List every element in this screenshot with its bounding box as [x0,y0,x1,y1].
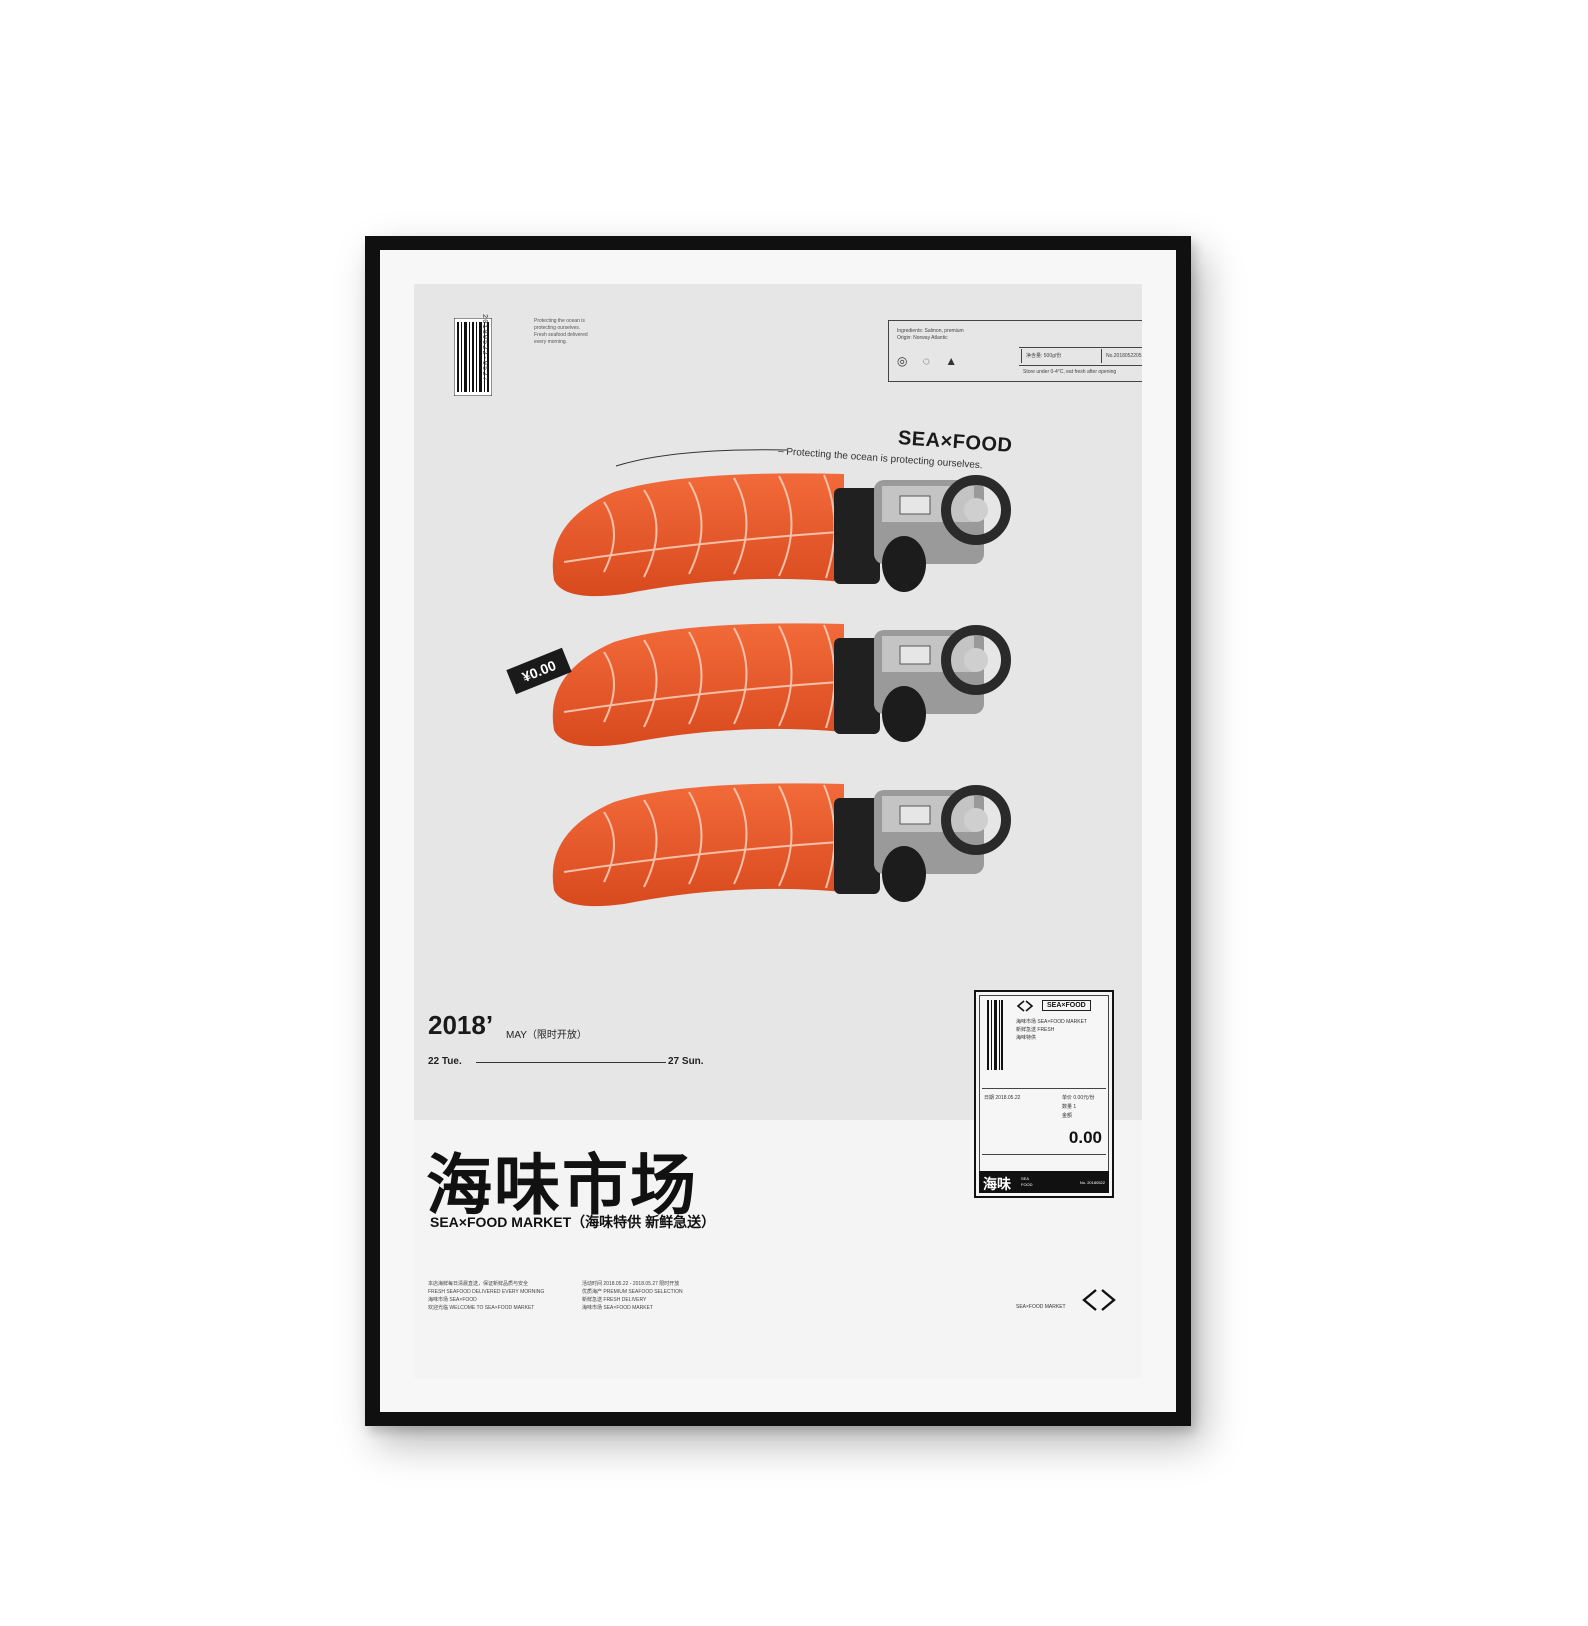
date-month: MAY（限时开放） [506,1030,587,1041]
receipt-barcode-icon [987,1000,1003,1070]
info-storage: Store under 0-4°C, eat fresh after openi… [1023,369,1117,375]
certification-icons: ◎ ◌ ▲ [897,354,964,368]
info-serial: No.201805220527 [1101,349,1142,363]
receipt-footer-number: No. 20180522 [1079,1180,1105,1185]
receipt-lines: 海味市场 SEA×FOOD MARKET 新鲜急送 FRESH 海味特供 [1016,1019,1087,1041]
logo-icon [1016,1000,1034,1012]
receipt-label: SEA×FOOD 海味市场 SEA×FOOD MARKET 新鲜急送 FRESH… [974,990,1114,1198]
receipt-side-info: 单价 0.00元/份 数量 1 金额 [1062,1095,1095,1119]
info-net-weight: 净含量: 500g/份 [1021,349,1106,363]
receipt-brand: SEA×FOOD [1042,1000,1091,1011]
date-start: 22 Tue. [428,1056,462,1067]
info-row-ingredients: Ingredients: Salmon, premium [897,328,964,334]
info-divider [1019,365,1142,366]
salmon-lighter-1 [552,473,1011,597]
date-end: 27 Sun. [668,1056,704,1067]
receipt-footer-bar: 海味 SEA FOOD No. 20180522 [979,1171,1109,1193]
receipt-date: 日期 2018.05.22 [984,1095,1021,1101]
receipt-footer-cn: 海味 [983,1176,1011,1192]
receipt-footer-sub: SEA FOOD [1021,1176,1033,1187]
receipt-divider [982,1154,1106,1155]
info-row-origin: Origin: Norway Atlantic [897,335,948,341]
barcode-number: 20180522-0527 [480,314,488,382]
footer-text-col2: 活动时间 2018.05.22 - 2018.05.27 限时开放 优质海产 P… [582,1281,683,1311]
receipt-divider [982,1088,1106,1089]
footer-brand: SEA×FOOD MARKET [1016,1304,1066,1310]
info-divider [1019,347,1142,348]
footer-text-col1: 本店海鲜每日清晨直送，保证新鲜品质与安全 FRESH SEAFOOD DELIV… [428,1281,545,1311]
date-range-line [476,1062,666,1063]
date-year: 2018’ [428,1010,494,1040]
product-info-box: Ingredients: Salmon, premium Origin: Nor… [888,320,1142,382]
poster: 20180522-0527 Protecting the ocean is pr… [414,284,1142,1378]
salmon-lighter-2 [552,623,1011,747]
logo-icon [1082,1289,1116,1311]
receipt-total: 0.00 [1068,1128,1102,1147]
intro-text: Protecting the ocean is protecting ourse… [534,318,588,345]
salmon-lighter-3 [552,783,1011,907]
title-english: SEA×FOOD MARKET（海味特供 新鲜急送） [430,1214,716,1230]
